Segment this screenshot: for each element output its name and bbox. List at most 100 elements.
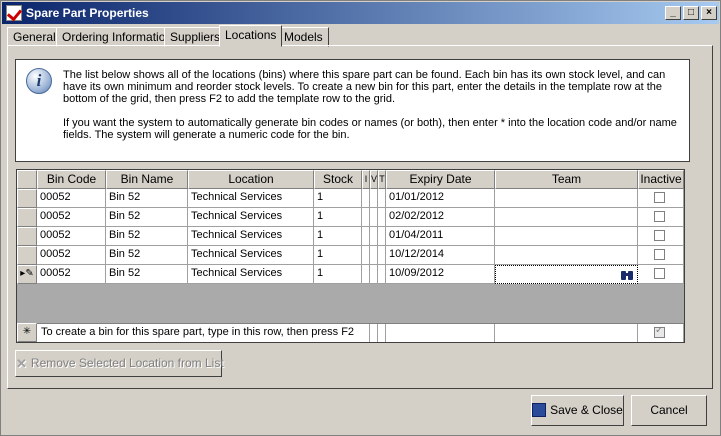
cell-bin-code[interactable]: 00052 (37, 189, 106, 208)
inactive-checkbox[interactable] (654, 268, 665, 279)
tab-ordering-information[interactable]: Ordering Information (56, 27, 179, 47)
table-row[interactable]: 00052 Bin 52 Technical Services 1 01/01/2012 (17, 189, 684, 208)
row-selector-header (17, 170, 37, 189)
row-selector-editing[interactable]: ▸✎ (17, 265, 37, 284)
header-stock[interactable]: Stock (314, 170, 362, 189)
save-close-button[interactable]: Save & Close (531, 395, 624, 426)
cell-flag[interactable] (378, 189, 386, 208)
cell-flag[interactable] (362, 189, 370, 208)
maximize-button[interactable]: □ (683, 6, 699, 20)
cell-bin-name[interactable]: Bin 52 (106, 246, 188, 265)
cell-expiry[interactable]: 02/02/2012 (386, 208, 495, 227)
cell-bin-code[interactable]: 00052 (37, 227, 106, 246)
cancel-button[interactable]: Cancel (631, 395, 707, 426)
cell-bin-code[interactable]: 00052 (37, 208, 106, 227)
cell-flag[interactable] (378, 265, 386, 284)
locations-grid[interactable]: Bin Code Bin Name Location Stock I V T E… (16, 169, 685, 343)
tab-models[interactable]: Models (278, 27, 329, 47)
cell-inactive[interactable] (638, 265, 684, 284)
row-selector[interactable] (17, 246, 37, 265)
cell-flag[interactable] (362, 265, 370, 284)
table-row[interactable]: ▸✎ 00052 Bin 52 Technical Services 1 10/09/20… (17, 265, 684, 284)
tab-locations[interactable]: Locations (219, 25, 283, 47)
template-inactive-checkbox[interactable] (654, 325, 665, 338)
header-inactive[interactable]: Inactive (638, 170, 684, 189)
template-col-t[interactable] (378, 324, 386, 342)
inactive-checkbox[interactable] (654, 230, 665, 241)
row-selector[interactable] (17, 189, 37, 208)
cell-flag[interactable] (362, 208, 370, 227)
cell-team[interactable] (495, 208, 638, 227)
cell-team[interactable] (495, 265, 638, 284)
cell-stock[interactable]: 1 (314, 265, 362, 284)
cell-bin-name[interactable]: Bin 52 (106, 208, 188, 227)
close-button[interactable]: × (701, 6, 717, 20)
cell-expiry[interactable]: 01/04/2011 (386, 227, 495, 246)
header-team[interactable]: Team (495, 170, 638, 189)
remove-x-icon: ✕ (16, 356, 27, 372)
header-location[interactable]: Location (188, 170, 314, 189)
cell-location[interactable]: Technical Services (188, 189, 314, 208)
cell-location[interactable]: Technical Services (188, 227, 314, 246)
cell-flag[interactable] (370, 189, 378, 208)
cell-flag[interactable] (370, 227, 378, 246)
cell-stock[interactable]: 1 (314, 189, 362, 208)
inactive-checkbox[interactable] (654, 211, 665, 222)
cell-bin-name[interactable]: Bin 52 (106, 227, 188, 246)
header-bin-code[interactable]: Bin Code (37, 170, 106, 189)
table-row[interactable]: 00052 Bin 52 Technical Services 1 02/02/2012 (17, 208, 684, 227)
template-col-v[interactable] (370, 324, 378, 342)
template-expiry[interactable] (386, 324, 495, 342)
cell-team[interactable] (495, 189, 638, 208)
cell-bin-name[interactable]: Bin 52 (106, 189, 188, 208)
tab-suppliers[interactable]: Suppliers (164, 27, 227, 47)
row-selector[interactable] (17, 227, 37, 246)
template-inactive[interactable] (638, 324, 684, 342)
remove-location-button[interactable]: ✕ Remove Selected Location from List (15, 350, 224, 377)
cell-flag[interactable] (370, 208, 378, 227)
template-row[interactable]: ✳ To create a bin for this spare part, t… (17, 323, 684, 342)
cell-inactive[interactable] (638, 227, 684, 246)
header-expiry-date[interactable]: Expiry Date (386, 170, 495, 189)
cell-flag[interactable] (378, 246, 386, 265)
table-row[interactable]: 00052 Bin 52 Technical Services 1 10/12/2014 (17, 246, 684, 265)
cell-bin-code[interactable]: 00052 (37, 246, 106, 265)
template-team[interactable] (495, 324, 638, 342)
properties-window: Spare Part Properties _ □ × General Orde… (0, 0, 721, 436)
header-col-i[interactable]: I (362, 170, 370, 189)
cell-inactive[interactable] (638, 208, 684, 227)
info-box: i The list below shows all of the locati… (15, 59, 690, 162)
tab-general[interactable]: General (7, 27, 62, 47)
cell-location[interactable]: Technical Services (188, 246, 314, 265)
cell-flag[interactable] (378, 227, 386, 246)
cell-expiry[interactable]: 01/01/2012 (386, 189, 495, 208)
binoculars-lookup-icon[interactable] (620, 269, 634, 281)
cell-flag[interactable] (362, 227, 370, 246)
cell-flag[interactable] (378, 208, 386, 227)
header-col-v[interactable]: V (370, 170, 378, 189)
cell-stock[interactable]: 1 (314, 246, 362, 265)
template-col-i[interactable] (362, 324, 370, 342)
cell-bin-code[interactable]: 00052 (37, 265, 106, 284)
header-col-t[interactable]: T (378, 170, 386, 189)
cell-stock[interactable]: 1 (314, 208, 362, 227)
cell-location[interactable]: Technical Services (188, 265, 314, 284)
cell-inactive[interactable] (638, 189, 684, 208)
cell-team[interactable] (495, 227, 638, 246)
cell-location[interactable]: Technical Services (188, 208, 314, 227)
cell-team[interactable] (495, 246, 638, 265)
row-selector[interactable] (17, 208, 37, 227)
table-row[interactable]: 00052 Bin 52 Technical Services 1 01/04/2011 (17, 227, 684, 246)
cell-flag[interactable] (362, 246, 370, 265)
inactive-checkbox[interactable] (654, 249, 665, 260)
cell-expiry[interactable]: 10/12/2014 (386, 246, 495, 265)
cell-expiry[interactable]: 10/09/2012 (386, 265, 495, 284)
inactive-checkbox[interactable] (654, 192, 665, 203)
cell-flag[interactable] (370, 265, 378, 284)
cell-bin-name[interactable]: Bin 52 (106, 265, 188, 284)
minimize-button[interactable]: _ (665, 6, 681, 20)
cell-flag[interactable] (370, 246, 378, 265)
cell-inactive[interactable] (638, 246, 684, 265)
header-bin-name[interactable]: Bin Name (106, 170, 188, 189)
cell-stock[interactable]: 1 (314, 227, 362, 246)
